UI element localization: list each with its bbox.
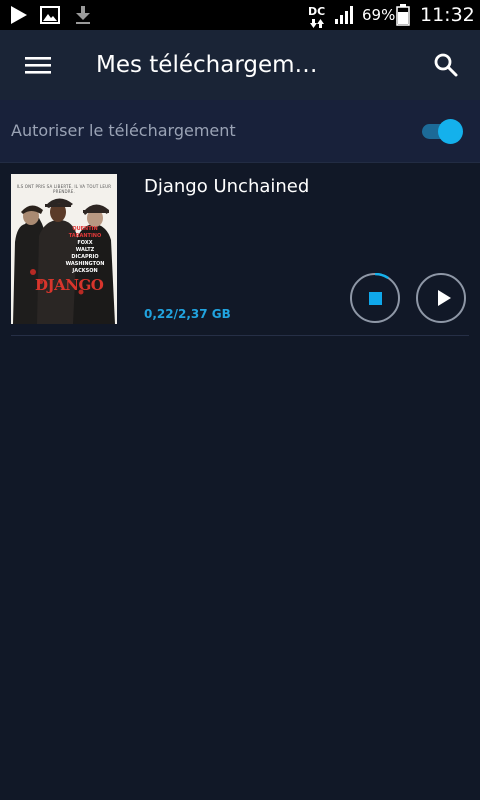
item-divider	[11, 335, 469, 336]
download-title: Django Unchained	[144, 176, 310, 197]
app-toolbar: Mes téléchargem…	[0, 30, 480, 100]
network-label: DC	[308, 5, 325, 18]
play-button[interactable]	[416, 273, 466, 323]
allow-download-toggle[interactable]	[422, 119, 466, 144]
hamburger-menu-icon	[25, 57, 51, 74]
poster-credit-red-1: TARANTINO	[68, 233, 102, 239]
stop-download-button[interactable]	[350, 273, 400, 323]
search-button[interactable]	[426, 47, 466, 83]
battery-percent: 69%	[362, 6, 396, 24]
stop-icon	[369, 292, 382, 305]
play-icon	[438, 290, 451, 306]
poster-credit-1: WALTZ	[75, 247, 95, 253]
poster-credit-2: DICAPRIO	[71, 254, 99, 260]
toggle-thumb	[438, 119, 463, 144]
download-size-progress: 0,22/2,37 GB	[144, 307, 231, 321]
signal-icon	[334, 0, 356, 30]
poster-credit-red-0: QUENTIN	[72, 226, 98, 232]
allow-download-row: Autoriser le téléchargement	[0, 100, 480, 163]
poster-credit-3: WASHINGTON	[65, 261, 105, 267]
poster-credit-4: JACKSON	[72, 268, 98, 274]
status-bar: DC 69% 11:32	[0, 0, 480, 30]
play-store-icon	[8, 0, 28, 30]
search-icon	[434, 53, 458, 77]
download-icon	[74, 0, 92, 30]
poster-credits: QUENTIN TARANTINO FOXX WALTZ DICAPRIO WA…	[55, 226, 115, 275]
movie-poster: ILS ONT PRIS SA LIBERTÉ. IL VA TOUT LEUR…	[11, 174, 117, 324]
poster-logo: DJANGO	[35, 276, 104, 294]
allow-download-label: Autoriser le téléchargement	[11, 121, 236, 140]
download-item[interactable]: ILS ONT PRIS SA LIBERTÉ. IL VA TOUT LEUR…	[0, 162, 480, 336]
gallery-icon	[40, 0, 60, 30]
page-title: Mes téléchargem…	[96, 52, 318, 78]
network-icon: DC	[306, 2, 330, 32]
poster-credit-0: FOXX	[77, 240, 93, 246]
status-time: 11:32	[420, 4, 475, 26]
battery-icon	[396, 0, 410, 30]
hamburger-menu-button[interactable]	[18, 47, 58, 83]
